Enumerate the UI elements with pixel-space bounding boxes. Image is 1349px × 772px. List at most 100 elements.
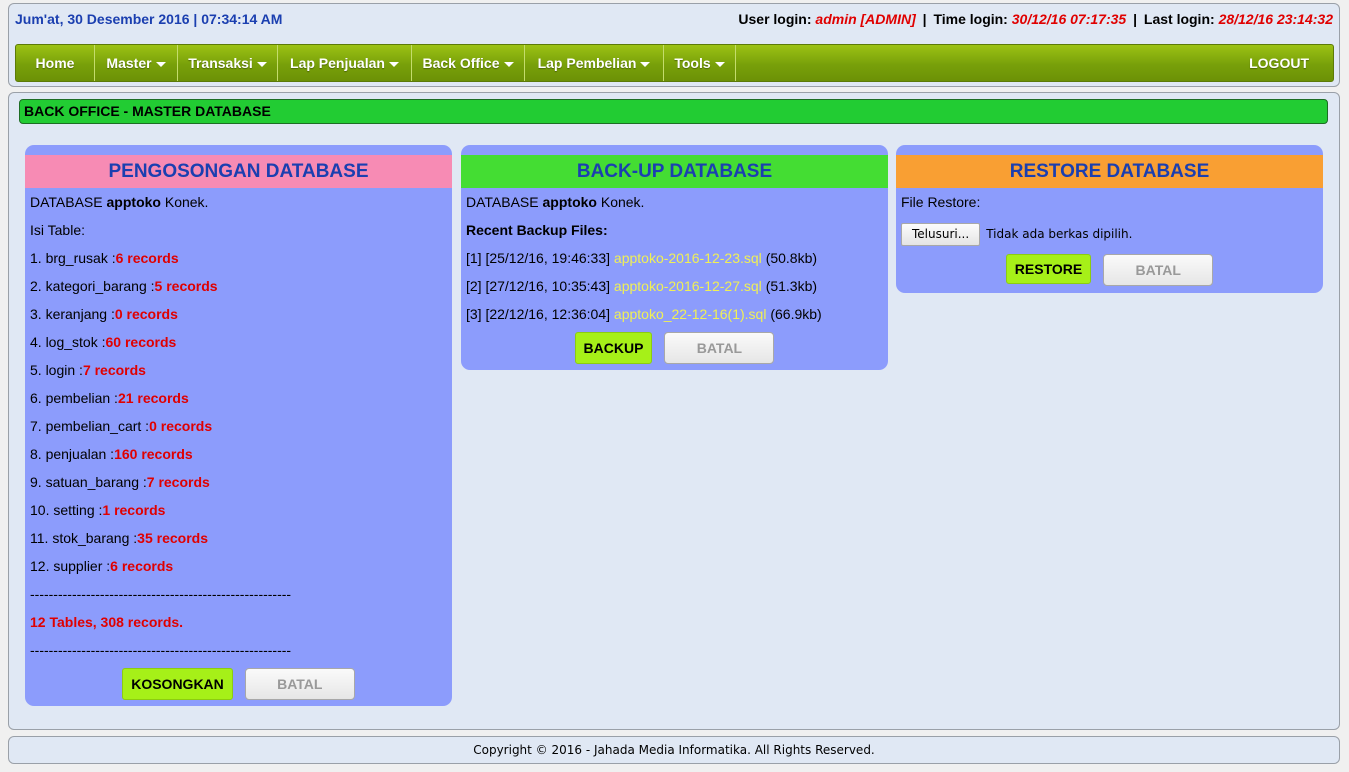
- backup-index: [1] [25/12/16, 19:46:33]: [466, 250, 611, 266]
- database-status: DATABASE apptoko Konek.: [466, 188, 883, 216]
- record-count: 5 records: [154, 278, 218, 294]
- table-row: 3. keranjang :0 records: [30, 300, 447, 328]
- menu-back-office[interactable]: Back Office: [412, 45, 525, 81]
- record-count: 0 records: [114, 306, 178, 322]
- menu-master[interactable]: Master: [95, 45, 178, 81]
- summary-total: 12 Tables, 308 records.: [30, 614, 184, 630]
- footer: Copyright © 2016 - Jahada Media Informat…: [8, 736, 1340, 764]
- divider-line: ----------------------------------------…: [30, 642, 292, 658]
- backup-database-panel: BACK-UP DATABASE DATABASE apptoko Konek.…: [461, 145, 888, 370]
- menu-tools-label: Tools: [674, 55, 711, 71]
- chevron-down-icon: [256, 62, 267, 67]
- record-count: 160 records: [114, 446, 193, 462]
- separator: |: [922, 11, 927, 27]
- record-count: 7 records: [82, 362, 146, 378]
- restore-database-panel: RESTORE DATABASE File Restore: Telusuri.…: [896, 145, 1323, 293]
- menu-lap-penjualan[interactable]: Lap Penjualan: [278, 45, 412, 81]
- menu-lap-pembelian-label: Lap Pembelian: [537, 55, 637, 71]
- file-input: Telusuri... Tidak ada berkas dipilih.: [901, 222, 1318, 246]
- backup-file-link[interactable]: apptoko-2016-12-23.sql: [614, 250, 762, 266]
- table-row: 6. pembelian :21 records: [30, 384, 447, 412]
- backup-file-row: [1] [25/12/16, 19:46:33] apptoko-2016-12…: [466, 244, 883, 272]
- table-row: 12. supplier :6 records: [30, 552, 447, 580]
- backup-file-link[interactable]: apptoko_22-12-16(1).sql: [614, 306, 767, 322]
- restore-database-title: RESTORE DATABASE: [896, 155, 1323, 188]
- record-count: 1 records: [102, 502, 166, 518]
- menu-home[interactable]: Home: [16, 45, 95, 81]
- record-count: 0 records: [149, 418, 213, 434]
- backup-file-size: (66.9kb): [770, 306, 822, 322]
- menu-transaksi-label: Transaksi: [188, 55, 253, 71]
- backup-button[interactable]: BACKUP: [574, 332, 653, 364]
- menu-master-label: Master: [106, 55, 152, 71]
- menu-lap-pembelian[interactable]: Lap Pembelian: [525, 45, 664, 81]
- menu-transaksi[interactable]: Transaksi: [178, 45, 278, 81]
- page-title: BACK OFFICE - MASTER DATABASE: [19, 99, 1328, 124]
- record-count: 6 records: [115, 250, 179, 266]
- menu-lap-penjualan-label: Lap Penjualan: [290, 55, 385, 71]
- table-row: 9. satuan_barang :7 records: [30, 468, 447, 496]
- table-name: 6. pembelian :: [30, 390, 118, 406]
- cancel-button[interactable]: BATAL: [1103, 254, 1214, 286]
- backup-file-link[interactable]: apptoko-2016-12-27.sql: [614, 278, 762, 294]
- backup-file-row: [2] [27/12/16, 10:35:43] apptoko-2016-12…: [466, 272, 883, 300]
- table-name: 8. penjualan :: [30, 446, 115, 462]
- db-prefix: DATABASE: [466, 194, 539, 210]
- record-count: 35 records: [137, 530, 208, 546]
- table-row: 8. penjualan :160 records: [30, 440, 447, 468]
- empty-database-title: PENGOSONGAN DATABASE: [25, 155, 452, 188]
- separator: |: [1133, 11, 1137, 27]
- record-count: 60 records: [105, 334, 177, 350]
- recent-backup-heading: Recent Backup Files:: [466, 222, 608, 238]
- table-name: 12. supplier :: [30, 558, 111, 574]
- file-restore-label: File Restore:: [901, 194, 981, 210]
- divider-line: ----------------------------------------…: [30, 586, 292, 602]
- time-login-label: Time login:: [933, 11, 1008, 27]
- table-name: 4. log_stok :: [30, 334, 106, 350]
- menu-tools[interactable]: Tools: [664, 45, 736, 81]
- empty-database-panel: PENGOSONGAN DATABASE DATABASE apptoko Ko…: [25, 145, 452, 706]
- login-info: User login: admin [ADMIN] | Time login: …: [738, 11, 1333, 27]
- browse-button[interactable]: Telusuri...: [901, 222, 981, 246]
- table-name: 5. login :: [30, 362, 83, 378]
- table-row: 4. log_stok :60 records: [30, 328, 447, 356]
- last-login-label: Last login:: [1143, 11, 1215, 27]
- cancel-button[interactable]: BATAL: [244, 668, 355, 700]
- record-count: 6 records: [110, 558, 174, 574]
- copyright-text: Copyright © 2016 - Jahada Media Informat…: [473, 743, 875, 757]
- backup-index: [3] [22/12/16, 12:36:04]: [466, 306, 611, 322]
- logout-button[interactable]: LOGOUT: [1249, 45, 1309, 81]
- table-name: 11. stok_barang :: [30, 530, 138, 546]
- table-row: 5. login :7 records: [30, 356, 447, 384]
- table-heading: Isi Table:: [30, 222, 85, 238]
- table-row: 1. brg_rusak :6 records: [30, 244, 447, 272]
- chevron-down-icon: [640, 62, 651, 67]
- table-row: 11. stok_barang :35 records: [30, 524, 447, 552]
- chevron-down-icon: [155, 62, 166, 67]
- backup-index: [2] [27/12/16, 10:35:43]: [466, 278, 611, 294]
- table-name: 1. brg_rusak :: [30, 250, 116, 266]
- backup-file-row: [3] [22/12/16, 12:36:04] apptoko_22-12-1…: [466, 300, 883, 328]
- db-status: Konek.: [600, 194, 645, 210]
- time-login-value: 30/12/16 07:17:35: [1011, 11, 1127, 27]
- no-file-text: Tidak ada berkas dipilih.: [986, 227, 1133, 241]
- table-name: 3. keranjang :: [30, 306, 115, 322]
- backup-file-size: (51.3kb): [765, 278, 818, 294]
- db-status: Konek.: [164, 194, 209, 210]
- main-menu: Home Master Transaksi Lap Penjualan Back…: [15, 44, 1334, 82]
- record-count: 21 records: [117, 390, 189, 406]
- cancel-button[interactable]: BATAL: [664, 332, 775, 364]
- current-datetime: Jum'at, 30 Desember 2016 | 07:34:14 AM: [15, 11, 283, 27]
- table-name: 9. satuan_barang :: [30, 474, 147, 490]
- header-bar: Jum'at, 30 Desember 2016 | 07:34:14 AM U…: [8, 3, 1340, 87]
- chevron-down-icon: [503, 62, 514, 67]
- table-row: 2. kategori_barang :5 records: [30, 272, 447, 300]
- user-login-value: admin [ADMIN]: [815, 11, 916, 27]
- backup-file-size: (50.8kb): [765, 250, 818, 266]
- table-name: 7. pembelian_cart :: [30, 418, 150, 434]
- menu-back-office-label: Back Office: [422, 55, 500, 71]
- chevron-down-icon: [714, 62, 725, 67]
- empty-database-button[interactable]: KOSONGKAN: [122, 668, 233, 700]
- restore-button[interactable]: RESTORE: [1005, 254, 1092, 284]
- table-name: 10. setting :: [30, 502, 103, 518]
